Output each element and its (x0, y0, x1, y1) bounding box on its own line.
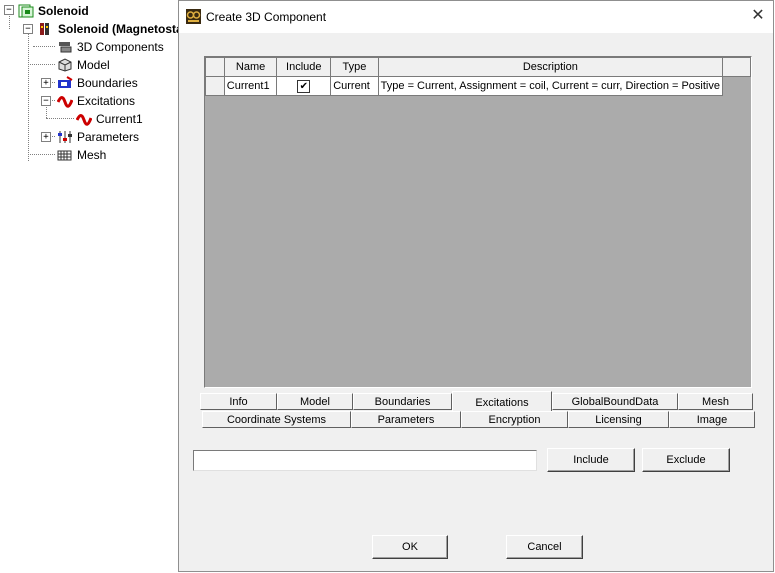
boundaries-icon (57, 75, 73, 90)
dialog-titlebar[interactable]: Create 3D Component ✕ (179, 1, 773, 33)
collapse-toggle[interactable]: − (41, 96, 51, 106)
tree-item-label: Boundaries (77, 75, 138, 90)
tree-item-label: Mesh (77, 147, 107, 162)
expand-toggle[interactable]: + (41, 132, 51, 142)
tree-line (46, 105, 47, 118)
tree-item-excitations[interactable]: Excitations (56, 92, 136, 108)
cell-name[interactable]: Current1 (223, 76, 278, 96)
tab-parameters[interactable]: Parameters (351, 411, 461, 428)
project-icon (18, 4, 34, 18)
tab-encryption[interactable]: Encryption (461, 411, 568, 428)
tab-model[interactable]: Model (277, 393, 353, 410)
filter-input[interactable] (193, 450, 537, 471)
tree-item-label: Excitations (77, 93, 136, 108)
current-icon (75, 112, 93, 126)
tab-image[interactable]: Image (669, 411, 755, 428)
tree-item-label: Parameters (77, 129, 140, 144)
tab-boundaries[interactable]: Boundaries (353, 393, 452, 410)
tree-item-design[interactable]: Solenoid (Magnetosta (38, 20, 183, 36)
tree-line (33, 46, 55, 47)
cell-description[interactable]: Type = Current, Assignment = coil, Curre… (377, 76, 724, 96)
tree-item-label: 3D Components (77, 39, 164, 54)
row-header-corner (205, 57, 225, 77)
tree-item-boundaries[interactable]: Boundaries (57, 74, 138, 90)
tree-item-mesh[interactable]: Mesh (57, 146, 106, 162)
excitations-icon (56, 94, 74, 108)
include-button[interactable]: Include (547, 448, 635, 472)
tree-root-label: Solenoid (38, 3, 89, 18)
column-header-description[interactable]: Description (377, 57, 724, 77)
tab-licensing[interactable]: Licensing (568, 411, 669, 428)
exclude-button[interactable]: Exclude (642, 448, 730, 472)
tab-globalbounddata[interactable]: GlobalBoundData (552, 393, 678, 410)
expand-toggle[interactable]: + (41, 78, 51, 88)
app-icon (186, 9, 201, 24)
table-row[interactable]: Current1 ✔ Current Type = Current, Assig… (205, 76, 751, 96)
tree-item-model[interactable]: Model (57, 56, 110, 72)
dialog-title: Create 3D Component (206, 10, 327, 24)
design-icon (38, 22, 54, 36)
tree-line (46, 118, 74, 119)
project-tree: − − + − + Solenoid Solenoid (Magnetosta … (0, 0, 183, 573)
tree-item-3d-components[interactable]: 3D Components (57, 38, 164, 54)
components-grid[interactable]: Name Include Type Description Current1 ✔… (204, 56, 752, 388)
tab-mesh[interactable]: Mesh (678, 393, 753, 410)
mesh-icon (57, 148, 73, 162)
column-header-filler (722, 57, 751, 77)
tree-item-parameters[interactable]: Parameters (57, 128, 139, 144)
include-checkbox[interactable]: ✔ (297, 79, 311, 93)
tree-item-label: Model (77, 57, 110, 72)
create-3d-component-dialog: Create 3D Component ✕ Name Include Type … (178, 0, 774, 572)
tree-item-solenoid[interactable]: Solenoid (18, 2, 89, 18)
tab-coordinate-systems[interactable]: Coordinate Systems (202, 411, 351, 428)
tree-line (9, 14, 10, 29)
parameters-icon (57, 130, 73, 144)
tree-line (28, 33, 29, 161)
components-icon (57, 40, 73, 54)
components-table: Name Include Type Description Current1 ✔… (205, 57, 751, 96)
tab-info[interactable]: Info (200, 393, 277, 410)
tree-item-label: Current1 (96, 111, 143, 126)
row-header[interactable] (205, 76, 225, 96)
model-icon (57, 58, 73, 72)
column-header-include[interactable]: Include (276, 57, 332, 77)
tree-line (28, 64, 55, 65)
table-header-row: Name Include Type Description (205, 57, 751, 77)
column-header-type[interactable]: Type (330, 57, 379, 77)
cancel-button[interactable]: Cancel (506, 535, 583, 559)
collapse-toggle[interactable]: − (4, 5, 14, 15)
column-header-name[interactable]: Name (223, 57, 278, 77)
cell-type[interactable]: Current (330, 76, 379, 96)
tree-line (28, 154, 55, 155)
cell-include[interactable]: ✔ (276, 76, 332, 96)
tab-excitations[interactable]: Excitations (452, 391, 552, 412)
tree-design-label: Solenoid (Magnetosta (58, 21, 183, 36)
close-icon[interactable]: ✕ (747, 5, 769, 27)
cell-filler (722, 76, 751, 96)
ok-button[interactable]: OK (372, 535, 448, 559)
tree-item-current1[interactable]: Current1 (75, 110, 143, 126)
collapse-toggle[interactable]: − (23, 24, 33, 34)
